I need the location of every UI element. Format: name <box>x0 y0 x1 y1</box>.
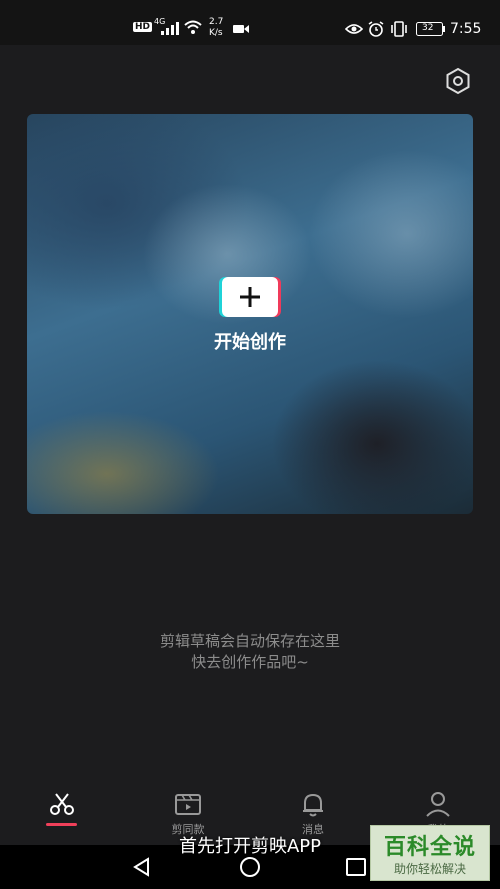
clapperboard-icon <box>175 794 201 815</box>
settings-button[interactable] <box>443 66 473 96</box>
drafts-hint-line1: 剪辑草稿会自动保存在这里 <box>159 632 340 650</box>
wifi-icon <box>184 20 202 34</box>
alarm-icon <box>368 21 384 37</box>
home-circle-icon[interactable] <box>239 856 261 878</box>
clock-time: 7:55 <box>450 21 482 37</box>
net-speed-unit: K/s <box>209 28 223 38</box>
drafts-hint-line2: 快去创作作品吧~ <box>191 653 309 671</box>
video-camera-icon <box>233 25 249 33</box>
scissors-icon <box>50 793 74 815</box>
start-creation-card[interactable]: 开始创作 <box>27 114 473 514</box>
vibrate-icon <box>391 21 407 37</box>
watermark-logo: 百科全说 助你轻松解决 <box>370 825 490 881</box>
plus-icon <box>240 287 260 307</box>
net-speed-value: 2.7 <box>209 17 224 27</box>
active-tab-indicator <box>46 823 77 826</box>
settings-hexagon-icon <box>446 67 470 95</box>
start-creation-button[interactable] <box>222 277 278 317</box>
battery-level: 32 <box>422 23 434 33</box>
bell-icon <box>303 793 323 817</box>
watermark-subtitle: 助你轻松解决 <box>393 862 466 876</box>
person-icon <box>426 792 450 817</box>
start-creation-label: 开始创作 <box>214 332 286 353</box>
cellular-signal-icon <box>161 22 179 35</box>
recents-square-icon[interactable] <box>346 858 366 876</box>
status-bar: HD 4G 2.7 K/s 32 7:55 <box>0 0 500 45</box>
watermark-title: 百科全说 <box>383 835 476 860</box>
eye-icon <box>345 24 363 34</box>
hd-badge: HD <box>133 22 153 32</box>
back-triangle-icon[interactable] <box>132 857 152 877</box>
